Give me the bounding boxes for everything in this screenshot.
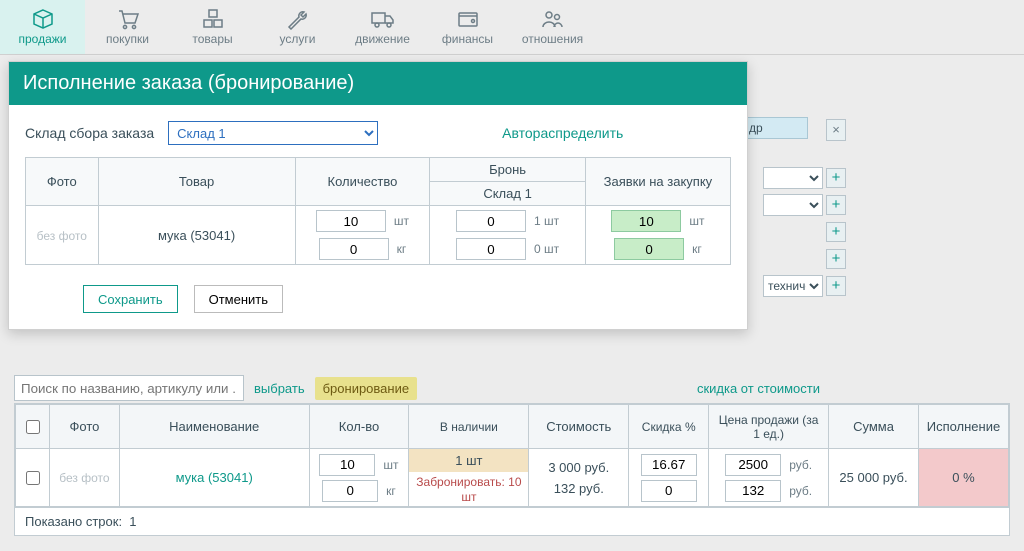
wrench-icon — [286, 8, 310, 30]
cost-pcs: 3 000 руб. — [535, 460, 622, 475]
stock-available: 1 шт — [409, 449, 528, 472]
store-label: Склад сбора заказа — [25, 125, 154, 141]
nav-movement[interactable]: движение — [340, 0, 425, 54]
item-name-link[interactable]: мука (53041) — [176, 470, 253, 485]
cube-icon — [31, 8, 55, 30]
mcol-reserve-sub: Склад 1 — [430, 182, 586, 206]
row-checkbox[interactable] — [26, 471, 40, 485]
store-select[interactable]: Склад 1 — [168, 121, 378, 145]
qty-pcs-input[interactable] — [319, 454, 375, 476]
select-link[interactable]: выбрать — [254, 381, 305, 396]
col-name: Наименование — [119, 405, 309, 449]
mcol-reserve: Бронь — [430, 158, 586, 182]
price-kg-input[interactable] — [725, 480, 781, 502]
wallet-icon — [456, 8, 480, 30]
add-row-2[interactable]: + — [826, 195, 846, 215]
nav-label: продажи — [19, 32, 67, 46]
add-row-4[interactable]: + — [826, 249, 846, 269]
mcol-qty: Количество — [295, 158, 430, 206]
nav-services[interactable]: услуги — [255, 0, 340, 54]
m-qty-pcs[interactable] — [316, 210, 386, 232]
boxes-icon — [201, 8, 225, 30]
discount-kg-input[interactable] — [641, 480, 697, 502]
modal-no-photo: без фото — [37, 229, 87, 243]
row-exec: 0 % — [918, 449, 1008, 507]
row-sum: 25 000 руб. — [829, 449, 919, 507]
qty-kg-input[interactable] — [322, 480, 378, 502]
col-price: Цена продажи (за 1 ед.) — [709, 405, 829, 449]
top-nav: продажи покупки товары услуги движение ф… — [0, 0, 1024, 55]
m-reserve-kg[interactable] — [456, 238, 526, 260]
auto-distribute-link[interactable]: Автораспределить — [502, 125, 623, 141]
col-exec: Исполнение — [918, 405, 1008, 449]
col-cost: Стоимость — [529, 405, 629, 449]
side-select-5[interactable]: техниче — [763, 275, 823, 297]
col-photo: Фото — [50, 405, 120, 449]
side-select-2[interactable] — [763, 194, 823, 216]
modal-row: без фото мука (53041) шт кг 1 шт 0 шт шт — [26, 206, 731, 265]
reservation-grid: Фото Товар Количество Бронь Заявки на за… — [25, 157, 731, 265]
items-toolbar: выбрать бронирование скидка от стоимости — [14, 375, 1010, 401]
add-row-1[interactable]: + — [826, 168, 846, 188]
reserve-link[interactable]: Забронировать: 10 шт — [416, 475, 521, 504]
m-request-pcs[interactable] — [611, 210, 681, 232]
nav-finance[interactable]: финансы — [425, 0, 510, 54]
mcol-photo: Фото — [26, 158, 99, 206]
nav-label: услуги — [280, 32, 316, 46]
nav-label: товары — [192, 32, 232, 46]
cost-kg: 132 руб. — [535, 481, 622, 496]
discount-link[interactable]: скидка от стоимости — [697, 381, 820, 396]
nav-sales[interactable]: продажи — [0, 0, 85, 54]
mcol-request: Заявки на закупку — [585, 158, 730, 206]
mcol-item: Товар — [98, 158, 295, 206]
cancel-button[interactable]: Отменить — [194, 285, 283, 313]
m-qty-kg[interactable] — [319, 238, 389, 260]
order-items-grid: Фото Наименование Кол-во В наличии Стоим… — [14, 403, 1010, 536]
col-sum: Сумма — [829, 405, 919, 449]
modal-title: Исполнение заказа (бронирование) — [9, 62, 747, 105]
table-row: без фото мука (53041) шт кг 1 шт Заброни… — [16, 449, 1009, 507]
nav-label: отношения — [522, 32, 583, 46]
grid-footer: Показано строк: 1 — [15, 507, 1009, 535]
nav-purchases[interactable]: покупки — [85, 0, 170, 54]
reserve-badge[interactable]: бронирование — [315, 377, 417, 400]
no-photo-label: без фото — [59, 471, 109, 485]
col-qty: Кол-во — [309, 405, 409, 449]
nav-label: финансы — [442, 32, 493, 46]
cart-icon — [116, 8, 140, 30]
truck-icon — [370, 8, 396, 30]
m-request-kg[interactable] — [614, 238, 684, 260]
col-stock: В наличии — [409, 405, 529, 449]
side-select-1[interactable] — [763, 167, 823, 189]
price-pcs-input[interactable] — [725, 454, 781, 476]
modal-item-name: мука (53041) — [98, 206, 295, 265]
discount-pcs-input[interactable] — [641, 454, 697, 476]
save-button[interactable]: Сохранить — [83, 285, 178, 313]
add-row-3[interactable]: + — [826, 222, 846, 242]
nav-label: движение — [355, 32, 410, 46]
nav-label: покупки — [106, 32, 149, 46]
people-icon — [541, 8, 565, 30]
nav-goods[interactable]: товары — [170, 0, 255, 54]
m-reserve-pcs[interactable] — [456, 210, 526, 232]
reservation-modal: Исполнение заказа (бронирование) Склад с… — [8, 61, 748, 330]
search-input[interactable] — [14, 375, 244, 401]
col-discount: Скидка % — [629, 405, 709, 449]
select-all-checkbox[interactable] — [26, 420, 40, 434]
nav-relations[interactable]: отношения — [510, 0, 595, 54]
pill-close[interactable]: × — [826, 119, 846, 141]
add-row-5[interactable]: + — [826, 276, 846, 296]
